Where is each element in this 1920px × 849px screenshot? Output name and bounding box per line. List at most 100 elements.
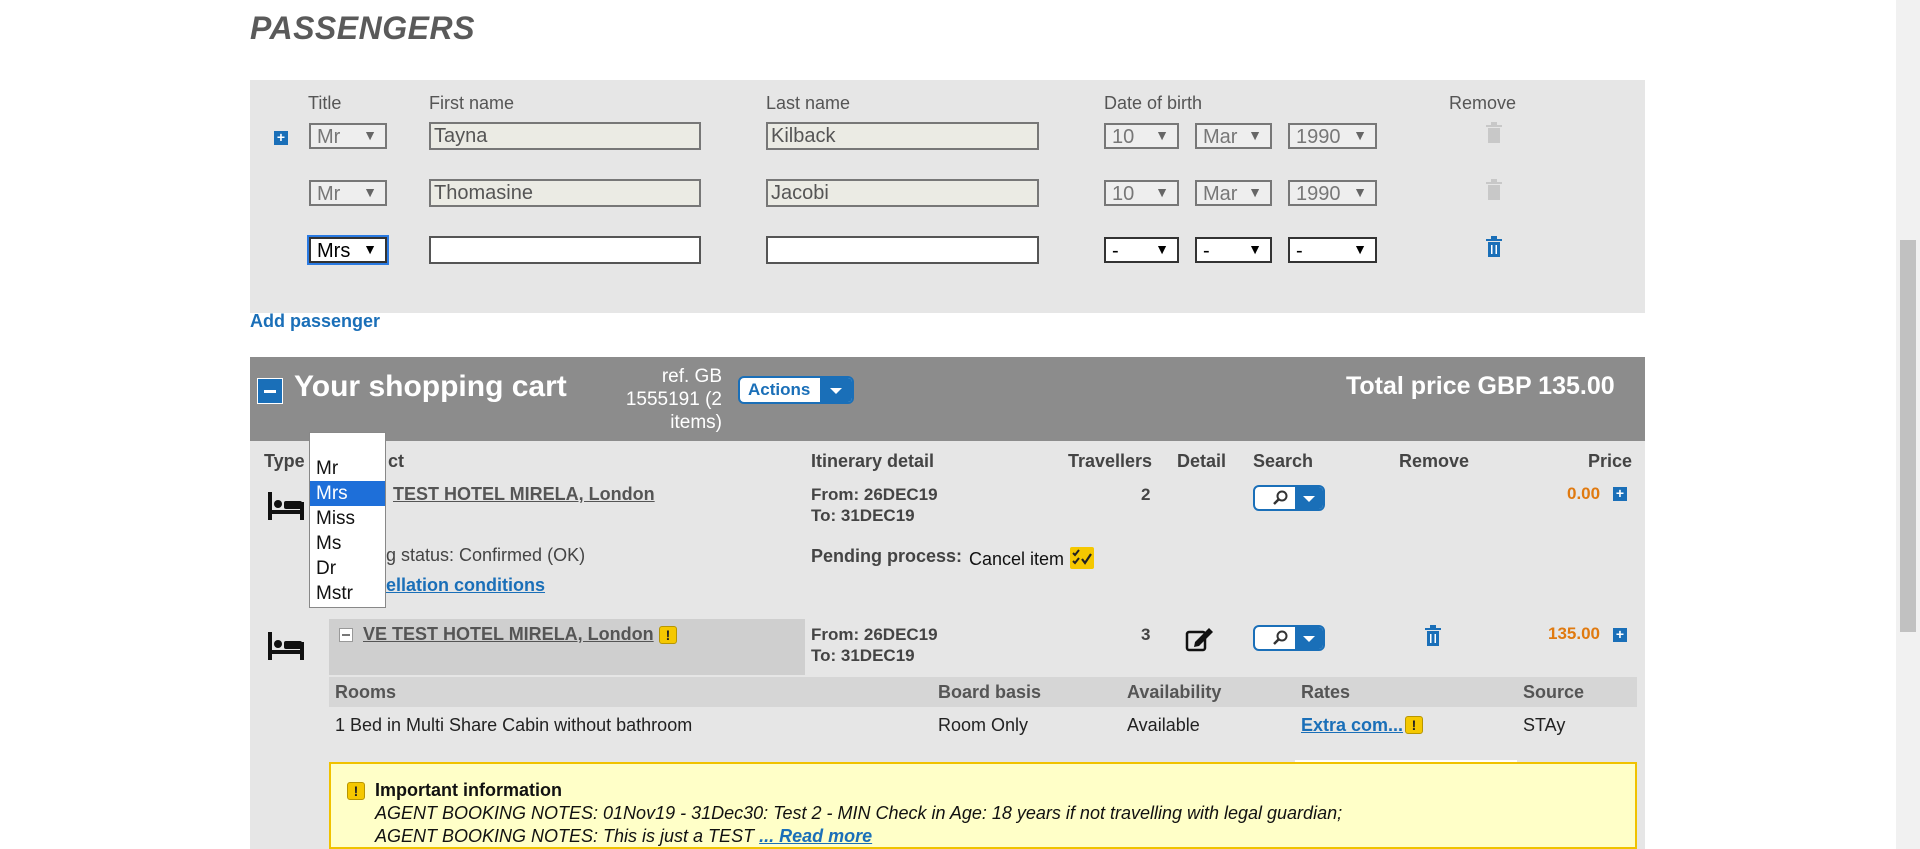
booking-note-2: AGENT BOOKING NOTES: This is just a TEST… — [375, 826, 873, 846]
dob-month-select-row2[interactable]: Mar ▼ — [1195, 180, 1272, 206]
title-column-header: Title — [308, 93, 342, 113]
search-column-header: Search — [1253, 451, 1314, 471]
dropdown-option-ms[interactable]: Ms — [310, 531, 385, 556]
booking-note-1: AGENT BOOKING NOTES: 01Nov19 - 31Dec30: … — [375, 803, 1343, 823]
chevron-down-icon: ▼ — [1248, 127, 1262, 143]
remove-column-header: Remove — [1449, 93, 1517, 113]
itinerary-from-2: From: 26DEC19 — [811, 625, 938, 644]
pending-process-label: Pending process: — [811, 546, 963, 566]
board-basis-column-header: Board basis — [938, 682, 1042, 702]
checklist-icon[interactable] — [1070, 547, 1094, 569]
rates-link[interactable]: Extra com... — [1301, 715, 1403, 736]
cart-title: Your shopping cart — [294, 370, 567, 403]
trash-icon-disabled — [1486, 122, 1502, 143]
last-name-field-row1[interactable]: Kilback — [766, 122, 1039, 150]
dob-day-select-row3[interactable]: - ▼ — [1104, 237, 1179, 263]
warning-icon: ! — [1405, 716, 1423, 734]
expand-item-icon[interactable]: + — [1613, 486, 1627, 501]
important-info-title: Important information — [375, 780, 562, 800]
chevron-down-icon — [820, 378, 852, 402]
title-select-row3[interactable]: Mrs ▼ — [307, 235, 389, 265]
dob-month-select-row1[interactable]: Mar ▼ — [1195, 123, 1272, 149]
item-price-2: 135.00 — [1548, 624, 1600, 643]
dob-year-select-row1[interactable]: 1990 ▼ — [1288, 123, 1377, 149]
search-button-1[interactable] — [1253, 485, 1325, 511]
chevron-down-icon: ▼ — [1248, 241, 1262, 257]
source-value: STAy — [1523, 715, 1566, 735]
travellers-column-header: Travellers — [1068, 451, 1153, 471]
dropdown-option-mrs[interactable]: Mrs — [310, 481, 385, 506]
type-column-header: Type — [264, 451, 305, 471]
hotel-name-link-1[interactable]: TEST HOTEL MIRELA, London — [393, 484, 655, 505]
dropdown-option-mstr[interactable]: Mstr — [310, 581, 385, 606]
chevron-down-icon — [1295, 627, 1323, 649]
dob-year-select-row3[interactable]: - ▼ — [1288, 237, 1377, 263]
expand-passenger-icon[interactable]: + — [274, 130, 288, 145]
scrollbar-thumb[interactable] — [1900, 240, 1916, 632]
dob-day-select-row1[interactable]: 10 ▼ — [1104, 123, 1179, 149]
room-description: 1 Bed in Multi Share Cabin without bathr… — [335, 715, 693, 735]
chevron-down-icon — [1295, 487, 1323, 509]
chevron-down-icon: ▼ — [1353, 184, 1367, 200]
detail-column-header: Detail — [1177, 451, 1227, 471]
source-column-header: Source — [1523, 682, 1585, 702]
first-name-field-row3[interactable] — [429, 236, 701, 264]
hotel-name-link-2[interactable]: VE TEST HOTEL MIRELA, London — [363, 624, 654, 645]
chevron-down-icon: ▼ — [1353, 127, 1367, 143]
dob-column-header: Date of birth — [1104, 93, 1203, 113]
dropdown-option-dr[interactable]: Dr — [310, 556, 385, 581]
rates-column-header: Rates — [1301, 682, 1351, 702]
product-column-header: ct — [388, 451, 405, 471]
chevron-down-icon: ▼ — [1155, 127, 1169, 143]
edit-icon[interactable] — [1185, 626, 1215, 652]
actions-button[interactable]: Actions — [738, 376, 854, 404]
chevron-down-icon: ▼ — [363, 127, 377, 143]
chevron-down-icon: ▼ — [363, 241, 377, 257]
itinerary-from-1: From: 26DEC19 — [811, 485, 938, 504]
itinerary-to-1: To: 31DEC19 — [811, 506, 915, 525]
chevron-down-icon: ▼ — [1155, 184, 1169, 200]
board-basis-value: Room Only — [938, 715, 1029, 735]
last-name-column-header: Last name — [766, 93, 851, 113]
magnifier-icon — [1267, 489, 1293, 507]
bed-icon — [268, 492, 304, 520]
travellers-count-2: 3 — [1141, 625, 1151, 644]
first-name-field-row2[interactable]: Thomasine — [429, 179, 701, 207]
dob-year-select-row2[interactable]: 1990 ▼ — [1288, 180, 1377, 206]
chevron-down-icon: ▼ — [1248, 184, 1262, 200]
bed-icon — [268, 632, 304, 660]
search-button-2[interactable] — [1253, 625, 1325, 651]
warning-icon: ! — [347, 782, 365, 800]
chevron-down-icon: ▼ — [1353, 241, 1367, 257]
chevron-down-icon: ▼ — [363, 184, 377, 200]
passengers-heading: PASSENGERS — [250, 10, 475, 46]
trash-icon[interactable] — [1485, 236, 1503, 258]
dropdown-option-miss[interactable]: Miss — [310, 506, 385, 531]
trash-icon[interactable] — [1424, 625, 1442, 647]
trash-icon-disabled — [1486, 179, 1502, 200]
read-more-link[interactable]: ... Read more — [759, 826, 872, 846]
last-name-field-row3[interactable] — [766, 236, 1039, 264]
travellers-count-1: 2 — [1141, 485, 1151, 504]
first-name-field-row1[interactable]: Tayna — [429, 122, 701, 150]
cancel-item-label: Cancel item — [969, 549, 1065, 569]
chevron-down-icon: ▼ — [1155, 241, 1169, 257]
dropdown-option-mr[interactable]: Mr — [310, 456, 385, 481]
cancellation-conditions-link[interactable]: ellation conditions — [386, 575, 545, 596]
total-price: Total price GBP 135.00 — [1346, 372, 1615, 400]
dob-day-select-row2[interactable]: 10 ▼ — [1104, 180, 1179, 206]
title-select-row1[interactable]: Mr ▼ — [309, 123, 387, 149]
collapse-cart-icon[interactable] — [257, 378, 283, 404]
expand-item-icon[interactable]: + — [1613, 627, 1627, 642]
first-name-column-header: First name — [429, 93, 515, 113]
itinerary-column-header: Itinerary detail — [811, 451, 935, 471]
title-dropdown-list: Mr Mrs Miss Ms Dr Mstr — [309, 432, 386, 608]
collapse-item-icon[interactable] — [339, 628, 353, 642]
last-name-field-row2[interactable]: Jacobi — [766, 179, 1039, 207]
vertical-scrollbar[interactable] — [1896, 0, 1920, 849]
rooms-column-header: Rooms — [335, 682, 397, 702]
dob-month-select-row3[interactable]: - ▼ — [1195, 237, 1272, 263]
itinerary-to-2: To: 31DEC19 — [811, 646, 915, 665]
title-select-row2[interactable]: Mr ▼ — [309, 180, 387, 206]
add-passenger-link[interactable]: Add passenger — [250, 311, 380, 332]
